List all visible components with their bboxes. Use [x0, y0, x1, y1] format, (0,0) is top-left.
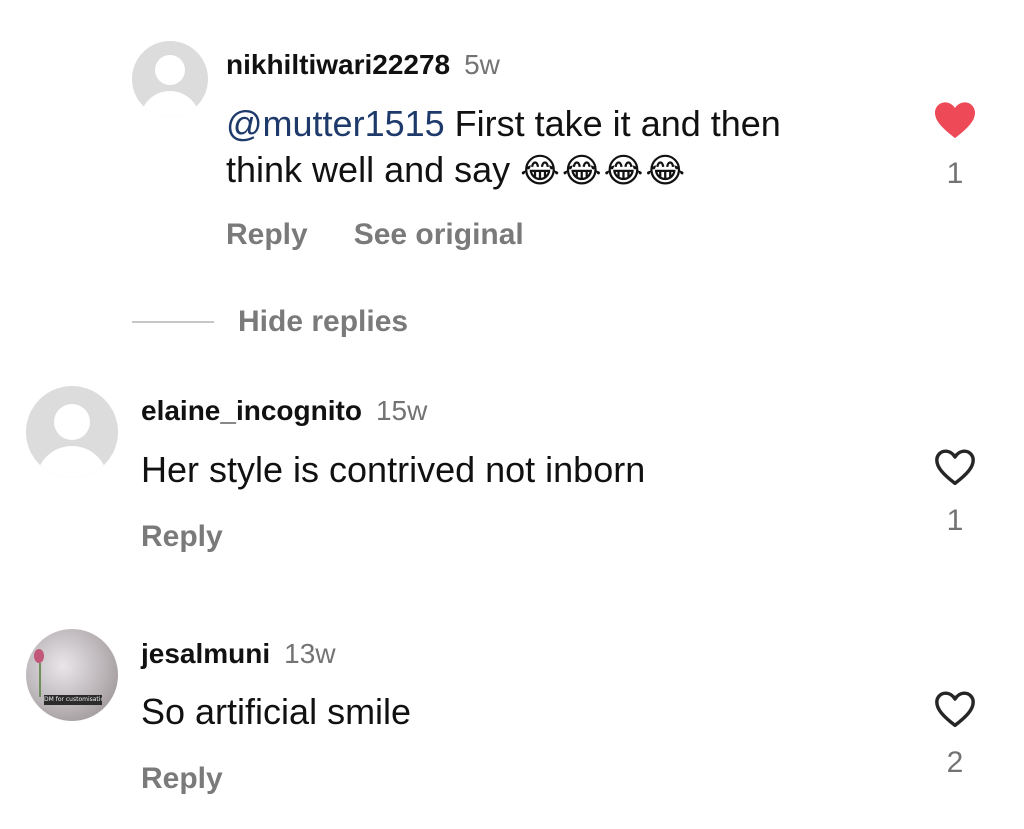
like-count: 2 — [946, 746, 964, 779]
comment-text: So artificial smile — [141, 691, 412, 732]
heart-filled-icon — [935, 102, 975, 139]
avatar[interactable] — [132, 41, 208, 117]
like-button[interactable] — [933, 689, 977, 729]
username[interactable]: elaine_incognito — [141, 395, 362, 426]
reply-button[interactable]: Reply — [141, 520, 223, 553]
reply-button[interactable]: Reply — [141, 762, 223, 795]
laughing-emoji-icon: 😂 — [561, 152, 602, 190]
laughing-emoji-icon: 😂 — [520, 152, 560, 190]
comment-actions: Reply — [141, 520, 269, 554]
username[interactable]: jesalmuni — [141, 638, 270, 669]
comment-text-line-2: think well and say — [226, 149, 511, 190]
comment-meta: elaine_incognito 15w — [141, 394, 427, 428]
comment-text: Her style is contrived not inborn — [141, 449, 646, 490]
comment-meta: jesalmuni 13w — [141, 637, 336, 671]
comment-text-line-1: First take it and then — [444, 103, 781, 144]
comment-actions: Reply — [141, 762, 269, 796]
like-count: 1 — [946, 157, 964, 190]
timestamp: 13w — [284, 638, 336, 669]
mention-link[interactable]: @mutter1515 — [226, 103, 445, 144]
timestamp: 5w — [464, 49, 500, 80]
comment-meta: nikhiltiwari22278 5w — [226, 48, 500, 82]
like-button[interactable] — [933, 100, 977, 140]
heart-outline-icon — [935, 449, 975, 486]
comment-text: @mutter1515 First take it and then think… — [226, 101, 781, 194]
see-original-button[interactable]: See original — [354, 218, 524, 251]
heart-outline-icon — [935, 691, 975, 728]
avatar[interactable]: DM for customisations — [26, 629, 118, 721]
hide-replies-button[interactable]: Hide replies — [238, 302, 408, 342]
laughing-emoji-icon: 😂 — [645, 152, 686, 190]
divider-line — [132, 321, 214, 323]
laughing-emoji-icon: 😂 — [603, 152, 644, 190]
avatar[interactable] — [26, 386, 118, 478]
avatar-tag-text: DM for customisations — [44, 695, 102, 705]
username[interactable]: nikhiltiwari22278 — [226, 49, 450, 80]
like-button[interactable] — [933, 447, 977, 487]
timestamp: 15w — [375, 395, 428, 426]
like-count: 1 — [946, 504, 964, 537]
reply-button[interactable]: Reply — [226, 218, 308, 251]
comment-actions: Reply See original — [226, 218, 570, 252]
